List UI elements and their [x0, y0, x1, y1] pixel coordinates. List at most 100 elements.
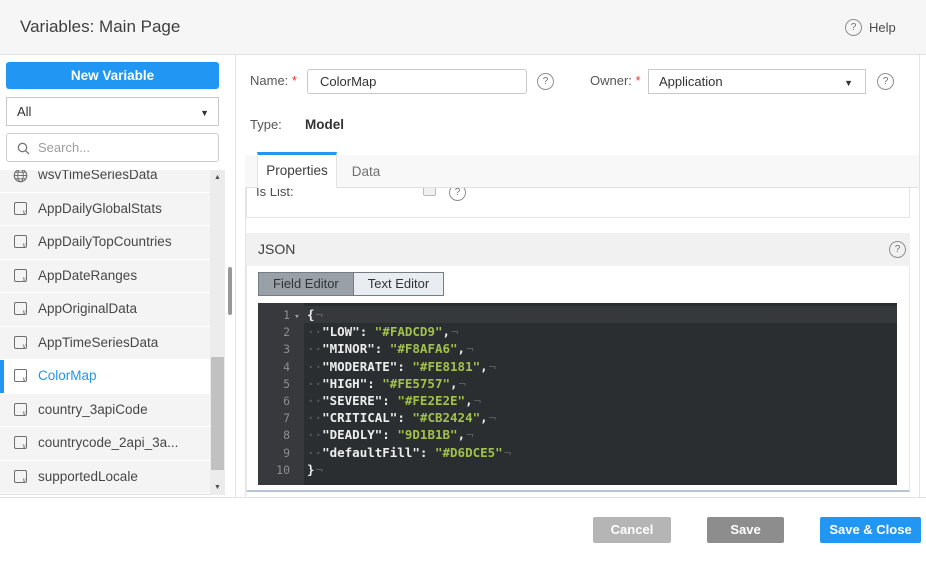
list-item-label: country_3apiCode	[38, 402, 148, 417]
save-button[interactable]: Save	[707, 517, 784, 543]
list-item-label: AppDailyGlobalStats	[38, 201, 162, 216]
name-label: Name: *	[250, 68, 297, 94]
code-text: ··"DEADLY": "9D1B1B",¬	[307, 427, 474, 442]
list-item-label: countrycode_2api_3a...	[38, 435, 178, 450]
chevron-down-icon: ▼	[844, 78, 853, 88]
list-item[interactable]: x AppOriginalData	[0, 293, 210, 326]
variable-icon: x	[14, 235, 27, 248]
help-icon[interactable]: ?	[845, 19, 862, 36]
line-number: 8	[258, 427, 290, 444]
list-item[interactable]: x AppDailyGlobalStats	[0, 193, 210, 226]
list-item[interactable]: x AppTimeSeriesData	[0, 327, 210, 360]
new-variable-button[interactable]: New Variable	[6, 62, 219, 89]
code-text: ··"MINOR": "#F8AFA6",¬	[307, 341, 474, 356]
variable-icon: x	[14, 369, 27, 382]
list-item[interactable]: x supportedLocale	[0, 461, 210, 494]
variable-icon: x	[14, 403, 27, 416]
list-item[interactable]: x AppDateRanges	[0, 260, 210, 293]
variable-icon: x	[14, 269, 27, 282]
main-panel-right-border	[919, 55, 920, 497]
list-item[interactable]: xcountrycode_2api_3a...	[0, 427, 210, 460]
list-item-label: wsvTimeSeriesData	[38, 170, 158, 182]
name-help-icon[interactable]: ?	[537, 73, 554, 90]
code-line[interactable]: 3··"MINOR": "#F8AFA6",¬	[258, 340, 897, 357]
field-editor-button[interactable]: Field Editor	[259, 273, 353, 295]
list-item-label: AppDateRanges	[38, 268, 137, 283]
json-section-header	[246, 233, 910, 266]
json-help-icon[interactable]: ?	[889, 241, 906, 258]
code-line[interactable]: 1▾{¬	[258, 306, 897, 323]
save-and-close-button[interactable]: Save & Close	[820, 517, 921, 543]
page-title: Variables: Main Page	[20, 17, 180, 37]
is-list-label: Is List:	[256, 188, 294, 205]
required-marker: *	[636, 73, 641, 88]
line-number: 10	[258, 462, 290, 479]
list-item-label: AppTimeSeriesData	[38, 335, 158, 350]
json-section-title: JSON	[258, 241, 295, 257]
search-input[interactable]	[38, 135, 208, 160]
tab-data[interactable]: Data	[337, 155, 395, 188]
help-glyph: ?	[851, 22, 857, 33]
list-item[interactable]: xAppDailyTopCountries	[0, 226, 210, 259]
variable-icon: x	[14, 336, 27, 349]
type-value: Model	[305, 112, 344, 138]
owner-selected-value: Application	[659, 70, 723, 94]
is-list-checkbox[interactable]	[423, 188, 436, 196]
code-text: ··"defaultFill": "#D6DCE5"¬	[307, 445, 511, 460]
variables-editor-window: Variables: Main Page ? Help New Variable…	[0, 0, 926, 562]
text-editor-button[interactable]: Text Editor	[353, 273, 443, 295]
list-item[interactable]: x country_3apiCode	[0, 394, 210, 427]
owner-label: Owner: *	[590, 68, 641, 94]
list-item[interactable]: wsvTimeSeriesData	[0, 170, 210, 192]
line-number: 6	[258, 393, 290, 410]
variable-icon: x	[14, 470, 27, 483]
is-list-help-icon[interactable]: ?	[449, 188, 466, 201]
owner-help-icon[interactable]: ?	[877, 73, 894, 90]
panel-scrollbar-thumb[interactable]	[228, 267, 232, 315]
help-glyph: ?	[543, 76, 549, 87]
chevron-down-icon: ▼	[200, 108, 209, 118]
code-line[interactable]: 4··"MODERATE": "#FE8181",¬	[258, 358, 897, 375]
code-line[interactable]: 5 ··"HIGH": "#FE5757",¬	[258, 375, 897, 392]
search-icon	[17, 142, 30, 155]
list-item-label: supportedLocale	[38, 469, 138, 484]
name-field[interactable]	[307, 69, 527, 94]
code-text: ··"MODERATE": "#FE8181",¬	[307, 359, 496, 374]
code-text: ··"CRITICAL": "#CB2424",¬	[307, 410, 496, 425]
type-label: Type:	[250, 112, 282, 138]
required-marker: *	[292, 73, 297, 88]
code-line[interactable]: 9··"defaultFill": "#D6DCE5"¬	[258, 444, 897, 461]
list-item[interactable]: x ColorMap	[0, 360, 210, 393]
json-editor-toggle: Field Editor Text Editor	[258, 272, 444, 296]
variable-search[interactable]	[6, 133, 219, 162]
variable-filter-dropdown[interactable]: All ▼	[6, 97, 219, 126]
line-number: 1	[258, 307, 290, 324]
code-text: ··"SEVERE": "#FE2E2E",¬	[307, 393, 481, 408]
code-line[interactable]: 10}¬	[258, 461, 897, 478]
list-item-label: ColorMap	[38, 368, 97, 383]
tab-properties[interactable]: Properties	[257, 152, 337, 188]
help-link[interactable]: Help	[869, 20, 896, 35]
list-scrollbar[interactable]: ▲ ▼	[210, 170, 225, 495]
variable-icon: x	[14, 202, 27, 215]
list-item-label: AppOriginalData	[38, 301, 137, 316]
line-number: 7	[258, 410, 290, 427]
code-text: ··"LOW": "#FADCD9",¬	[307, 324, 459, 339]
filter-selected-value: All	[17, 98, 31, 126]
code-text: ··"HIGH": "#FE5757",¬	[307, 376, 466, 391]
json-code-editor[interactable]: 1▾{¬2··"LOW": "#FADCD9",¬3··"MINOR": "#F…	[258, 303, 897, 485]
code-line[interactable]: 7 ··"CRITICAL": "#CB2424",¬	[258, 409, 897, 426]
code-line[interactable]: 8 ··"DEADLY": "9D1B1B",¬	[258, 426, 897, 443]
code-line[interactable]: 6 ··"SEVERE": "#FE2E2E",¬	[258, 392, 897, 409]
scrollbar-thumb[interactable]	[211, 357, 224, 470]
owner-dropdown[interactable]: Application ▼	[648, 69, 866, 94]
line-number: 5	[258, 376, 290, 393]
variable-icon: x	[14, 302, 27, 315]
help-glyph: ?	[883, 76, 889, 87]
scroll-down-icon[interactable]: ▼	[210, 484, 225, 491]
scroll-up-icon[interactable]: ▲	[210, 174, 225, 181]
list-bottom-divider	[0, 494, 226, 495]
globe-icon	[13, 170, 28, 183]
cancel-button[interactable]: Cancel	[593, 517, 671, 543]
code-line[interactable]: 2··"LOW": "#FADCD9",¬	[258, 323, 897, 340]
